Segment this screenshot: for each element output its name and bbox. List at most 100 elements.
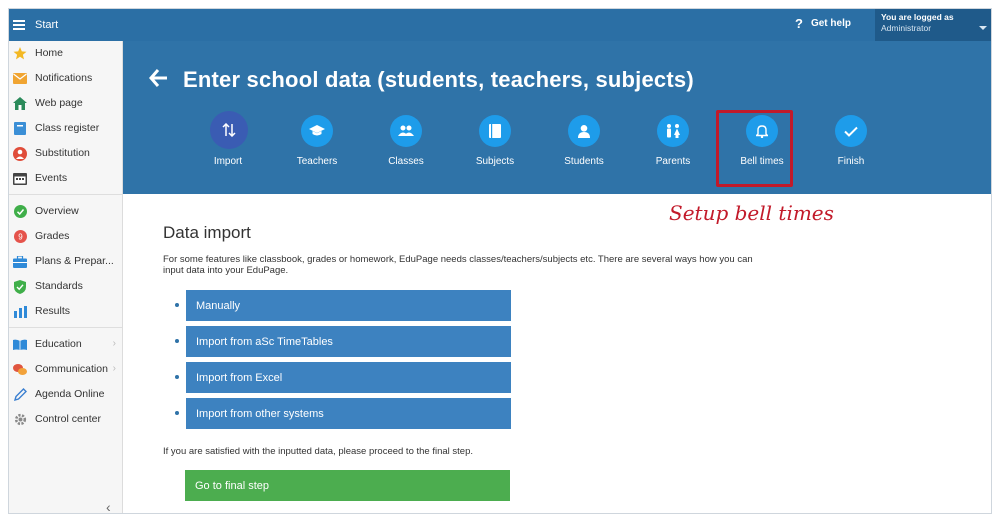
sidebar-divider (9, 327, 122, 328)
chevron-right-icon: › (112, 363, 116, 374)
go-to-final-step-button[interactable]: Go to final step (185, 470, 510, 501)
bullet-icon (175, 375, 179, 379)
sidebar-item-label: Web page (35, 97, 83, 109)
step-classes[interactable]: Classes (361, 115, 451, 175)
sidebar-item-label: Standards (35, 280, 83, 292)
person-swap-icon (13, 146, 27, 161)
bullet-icon (175, 339, 179, 343)
sidebar-item-label: Education (35, 338, 82, 350)
sidebar-item-overview[interactable]: Overview (9, 199, 122, 224)
step-parents[interactable]: Parents (628, 115, 718, 175)
chat-icon (13, 363, 27, 376)
import-arrows-icon (210, 111, 248, 149)
book-icon (13, 122, 27, 135)
envelope-icon (13, 72, 27, 85)
book-icon (479, 115, 511, 147)
intro-text: For some features like classbook, grades… (163, 254, 753, 276)
annotation-text: Setup bell times (669, 201, 834, 225)
sidebar-item-plans[interactable]: Plans & Prepar... (9, 249, 122, 274)
sidebar-item-communication[interactable]: Communication › (9, 357, 122, 382)
sidebar-item-label: Plans & Prepar... (35, 255, 114, 267)
sidebar-item-label: Class register (35, 122, 100, 134)
sidebar-item-label: Communication (35, 363, 108, 375)
sidebar-item-grades[interactable]: 9 Grades (9, 224, 122, 249)
chevron-down-icon (979, 26, 987, 30)
briefcase-icon (13, 255, 27, 268)
user-menu[interactable]: You are logged as Administrator (875, 9, 991, 41)
svg-text:9: 9 (18, 233, 23, 242)
get-help-button[interactable]: ? Get help (795, 9, 851, 37)
import-asc-timetables-button[interactable]: Import from aSc TimeTables (186, 326, 511, 357)
step-label: Import (213, 156, 243, 167)
start-label: Start (35, 19, 59, 31)
check-circle-icon (13, 205, 27, 218)
sidebar-item-agenda-online[interactable]: Agenda Online (9, 382, 122, 407)
sidebar-item-events[interactable]: Events (9, 166, 122, 191)
wizard-header: Enter school data (students, teachers, s… (123, 41, 991, 194)
user-status-label: You are logged as (881, 12, 954, 22)
chevron-right-icon: › (112, 338, 116, 349)
shield-check-icon (13, 279, 27, 294)
star-icon (13, 47, 27, 60)
step-label: Parents (655, 156, 691, 167)
sidebar-item-label: Substitution (35, 147, 90, 159)
person-icon (568, 115, 600, 147)
page-title: Enter school data (students, teachers, s… (183, 67, 694, 92)
collapse-sidebar-button[interactable]: ‹ (106, 499, 111, 513)
option-item: Import from other systems (175, 398, 511, 429)
open-book-icon (13, 338, 27, 351)
step-label: Subjects (475, 156, 515, 167)
sidebar-divider (9, 194, 122, 195)
checkmark-icon (835, 115, 867, 147)
calendar-icon (13, 172, 27, 185)
section-title: Data import (163, 223, 251, 242)
sidebar-item-class-register[interactable]: Class register (9, 116, 122, 141)
group-icon (390, 115, 422, 147)
hamburger-icon (13, 20, 25, 30)
sidebar-item-standards[interactable]: Standards (9, 274, 122, 299)
sidebar-item-control-center[interactable]: Control center (9, 407, 122, 432)
step-teachers[interactable]: Teachers (272, 115, 362, 175)
sidebar-item-label: Events (35, 172, 68, 184)
sidebar-item-results[interactable]: Results (9, 299, 122, 324)
bullet-icon (175, 303, 179, 307)
option-item: Import from Excel (175, 362, 511, 393)
sidebar-item-notifications[interactable]: Notifications (9, 66, 122, 91)
sidebar-item-web-page[interactable]: Web page (9, 91, 122, 116)
sidebar-item-label: Agenda Online (35, 388, 105, 400)
step-import[interactable]: Import (183, 111, 273, 175)
start-menu-button[interactable]: Start (9, 9, 69, 41)
import-excel-button[interactable]: Import from Excel (186, 362, 511, 393)
step-label: Classes (388, 156, 424, 167)
app-window: Start ? Get help You are logged as Admin… (8, 8, 992, 514)
sidebar-item-label: Notifications (35, 72, 93, 84)
parents-icon (657, 115, 689, 147)
graduation-cap-icon (301, 115, 333, 147)
import-other-systems-button[interactable]: Import from other systems (186, 398, 511, 429)
house-icon (13, 97, 27, 110)
step-subjects[interactable]: Subjects (450, 115, 540, 175)
sidebar: Home Notifications Web page Class regist… (9, 41, 123, 513)
pen-icon (13, 387, 27, 401)
option-item: Import from aSc TimeTables (175, 326, 511, 357)
step-label: Students (564, 156, 604, 167)
bullet-icon (175, 411, 179, 415)
sidebar-item-substitution[interactable]: Substitution (9, 141, 122, 166)
get-help-label: Get help (810, 17, 851, 29)
bar-chart-icon (13, 305, 27, 318)
sidebar-item-education[interactable]: Education › (9, 332, 122, 357)
sidebar-item-label: Results (35, 305, 71, 317)
sidebar-item-label: Overview (35, 205, 79, 217)
user-role: Administrator (881, 23, 932, 33)
step-label: Finish (837, 156, 865, 167)
sidebar-item-label: Control center (35, 413, 101, 425)
sidebar-item-home[interactable]: Home (9, 41, 122, 66)
option-item: Manually (175, 290, 511, 321)
question-icon: ? (795, 15, 803, 31)
step-students[interactable]: Students (539, 115, 629, 175)
back-arrow-icon[interactable] (149, 67, 169, 89)
step-finish[interactable]: Finish (806, 115, 896, 175)
cog-icon (13, 413, 27, 426)
step-label: Teachers (296, 156, 338, 167)
manually-button[interactable]: Manually (186, 290, 511, 321)
